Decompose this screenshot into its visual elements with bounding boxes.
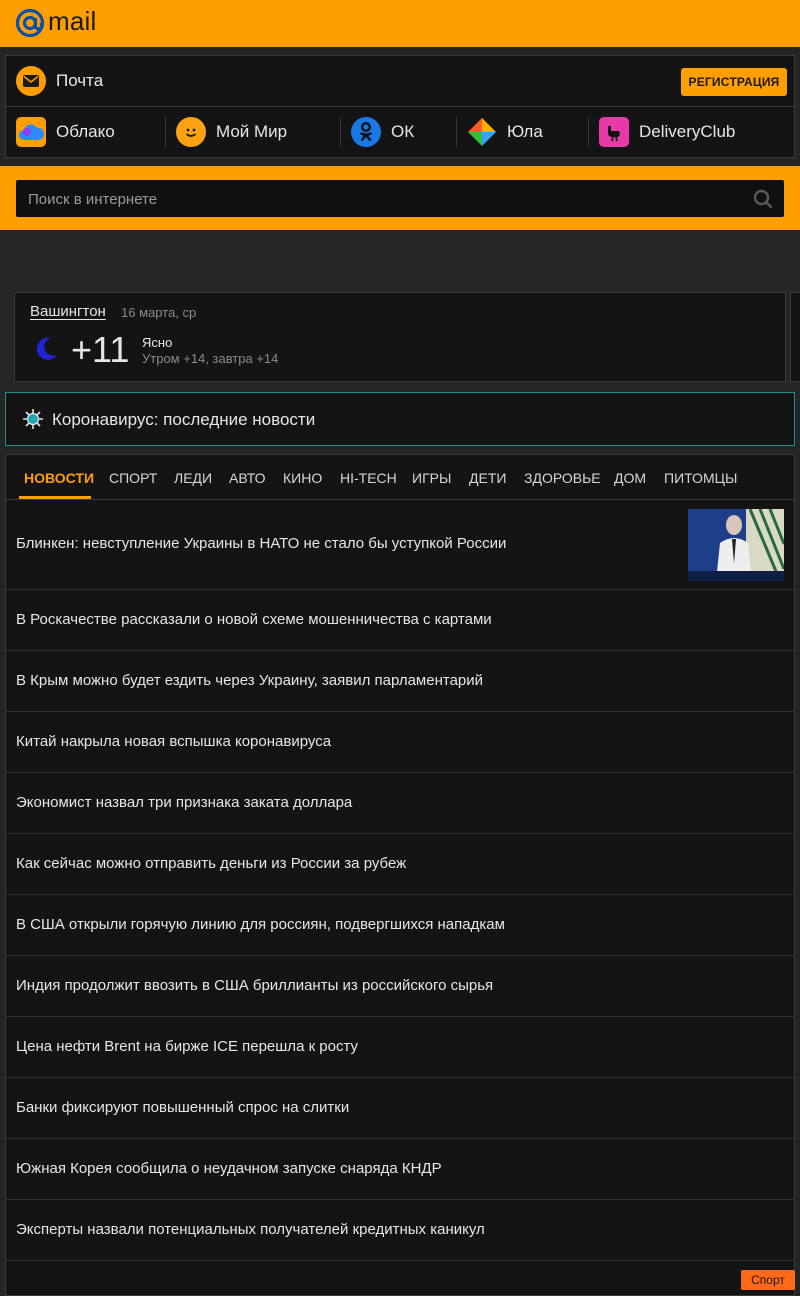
search-box: [16, 180, 784, 219]
youla-link[interactable]: Юла: [507, 122, 543, 142]
virus-icon: [23, 409, 43, 429]
tab-news[interactable]: НОВОСТИ: [24, 470, 94, 486]
weather-date: 16 марта, ср: [121, 305, 197, 320]
news-item[interactable]: В Крым можно будет ездить через Украину,…: [6, 650, 794, 712]
register-button[interactable]: РЕГИСТРАЦИЯ: [681, 68, 787, 96]
weather-next-card[interactable]: [790, 292, 800, 382]
tab-auto[interactable]: АВТО: [229, 470, 266, 486]
divider: [588, 117, 589, 147]
news-item[interactable]: Банки фиксируют повышенный спрос на слит…: [6, 1077, 794, 1139]
weather-condition: Ясно: [142, 335, 173, 350]
top-bar: mail: [0, 0, 800, 47]
tab-games[interactable]: ИГРЫ: [412, 470, 451, 486]
tab-health[interactable]: ЗДОРОВЬЕ: [524, 470, 601, 486]
cloud-link[interactable]: Облако: [56, 122, 115, 142]
cloud-icon[interactable]: [16, 117, 46, 147]
divider: [456, 117, 457, 147]
myworld-link[interactable]: Мой Мир: [216, 122, 287, 142]
mail-logo[interactable]: mail: [15, 5, 97, 38]
tab-kids[interactable]: ДЕТИ: [469, 470, 506, 486]
news-item[interactable]: Экономист назвал три признака заката дол…: [6, 772, 794, 834]
search-input[interactable]: [16, 180, 750, 219]
ostrich-icon[interactable]: [599, 117, 629, 147]
news-title[interactable]: Цена нефти Brent на бирже ICE перешла к …: [16, 1038, 358, 1055]
mail-row: Почта РЕГИСТРАЦИЯ: [6, 56, 794, 107]
divider: [340, 117, 341, 147]
news-item[interactable]: Цена нефти Brent на бирже ICE перешла к …: [6, 1016, 794, 1078]
news-title[interactable]: Южная Корея сообщила о неудачном запуске…: [16, 1160, 442, 1177]
moon-icon: [36, 337, 57, 360]
weather-city[interactable]: Вашингтон: [30, 303, 106, 320]
envelope-icon[interactable]: [16, 66, 46, 96]
corona-label: Коронавирус: последние новости: [52, 410, 316, 429]
news-title[interactable]: Эксперты назвали потенциальных получател…: [16, 1221, 485, 1238]
sport-badge[interactable]: Спорт: [741, 1270, 795, 1290]
weather-forecast: Утром +14, завтра +14: [142, 351, 279, 366]
news-item[interactable]: В США открыли горячую линию для россиян,…: [6, 894, 794, 956]
news-title[interactable]: В США открыли горячую линию для россиян,…: [16, 916, 505, 933]
news-thumbnail[interactable]: [688, 509, 784, 581]
tab-lady[interactable]: ЛЕДИ: [174, 470, 212, 486]
news-title[interactable]: Как сейчас можно отправить деньги из Рос…: [16, 855, 406, 872]
search-icon[interactable]: [753, 189, 773, 209]
news-item[interactable]: Как сейчас можно отправить деньги из Рос…: [6, 833, 794, 895]
news-title[interactable]: Экономист назвал три признака заката дол…: [16, 794, 352, 811]
ok-link[interactable]: ОК: [391, 122, 414, 142]
logo-text: mail: [48, 5, 97, 36]
projects-panel: Почта РЕГИСТРАЦИЯ Облако Мой Мир ОК Юла …: [5, 55, 795, 158]
news-title[interactable]: Банки фиксируют повышенный спрос на слит…: [16, 1099, 349, 1116]
active-tab-indicator: [19, 496, 91, 499]
news-item[interactable]: В Роскачестве рассказали о новой схеме м…: [6, 589, 794, 651]
weather-temp: +11: [71, 329, 130, 370]
news-item[interactable]: Китай накрыла новая вспышка коронавируса: [6, 711, 794, 773]
tab-hitech[interactable]: HI-TECH: [340, 470, 397, 486]
news-title[interactable]: Китай накрыла новая вспышка коронавируса: [16, 733, 331, 750]
search-bar: [0, 166, 800, 230]
mail-link[interactable]: Почта: [56, 71, 103, 91]
tab-sport[interactable]: СПОРТ: [109, 470, 157, 486]
news-item[interactable]: Блинкен: невступление Украины в НАТО не …: [6, 500, 794, 590]
news-item[interactable]: Индия продолжит ввозить в США бриллианты…: [6, 955, 794, 1017]
tab-home[interactable]: ДОМ: [614, 470, 646, 486]
odnoklassniki-icon[interactable]: [351, 117, 381, 147]
youla-icon[interactable]: [467, 117, 497, 147]
deliveryclub-link[interactable]: DeliveryClub: [639, 122, 735, 142]
corona-banner[interactable]: Коронавирус: последние новости: [5, 392, 795, 446]
tab-pets[interactable]: ПИТОМЦЫ: [664, 470, 737, 486]
divider: [165, 117, 166, 147]
news-tabs: НОВОСТИ СПОРТ ЛЕДИ АВТО КИНО HI-TECH ИГР…: [6, 455, 794, 500]
news-item[interactable]: Эксперты назвали потенциальных получател…: [6, 1199, 794, 1261]
news-title[interactable]: Индия продолжит ввозить в США бриллианты…: [16, 977, 493, 994]
news-panel: НОВОСТИ СПОРТ ЛЕДИ АВТО КИНО HI-TECH ИГР…: [5, 454, 795, 1296]
news-title[interactable]: Блинкен: невступление Украины в НАТО не …: [16, 535, 506, 552]
news-title[interactable]: В Крым можно будет ездить через Украину,…: [16, 672, 483, 689]
smile-icon[interactable]: [176, 117, 206, 147]
news-title[interactable]: В Роскачестве рассказали о новой схеме м…: [16, 611, 492, 628]
news-item[interactable]: Южная Корея сообщила о неудачном запуске…: [6, 1138, 794, 1200]
at-sign-icon: [15, 8, 45, 38]
weather-widget[interactable]: Вашингтон 16 марта, ср +11 Ясно Утром +1…: [14, 292, 786, 382]
tab-kino[interactable]: КИНО: [283, 470, 322, 486]
